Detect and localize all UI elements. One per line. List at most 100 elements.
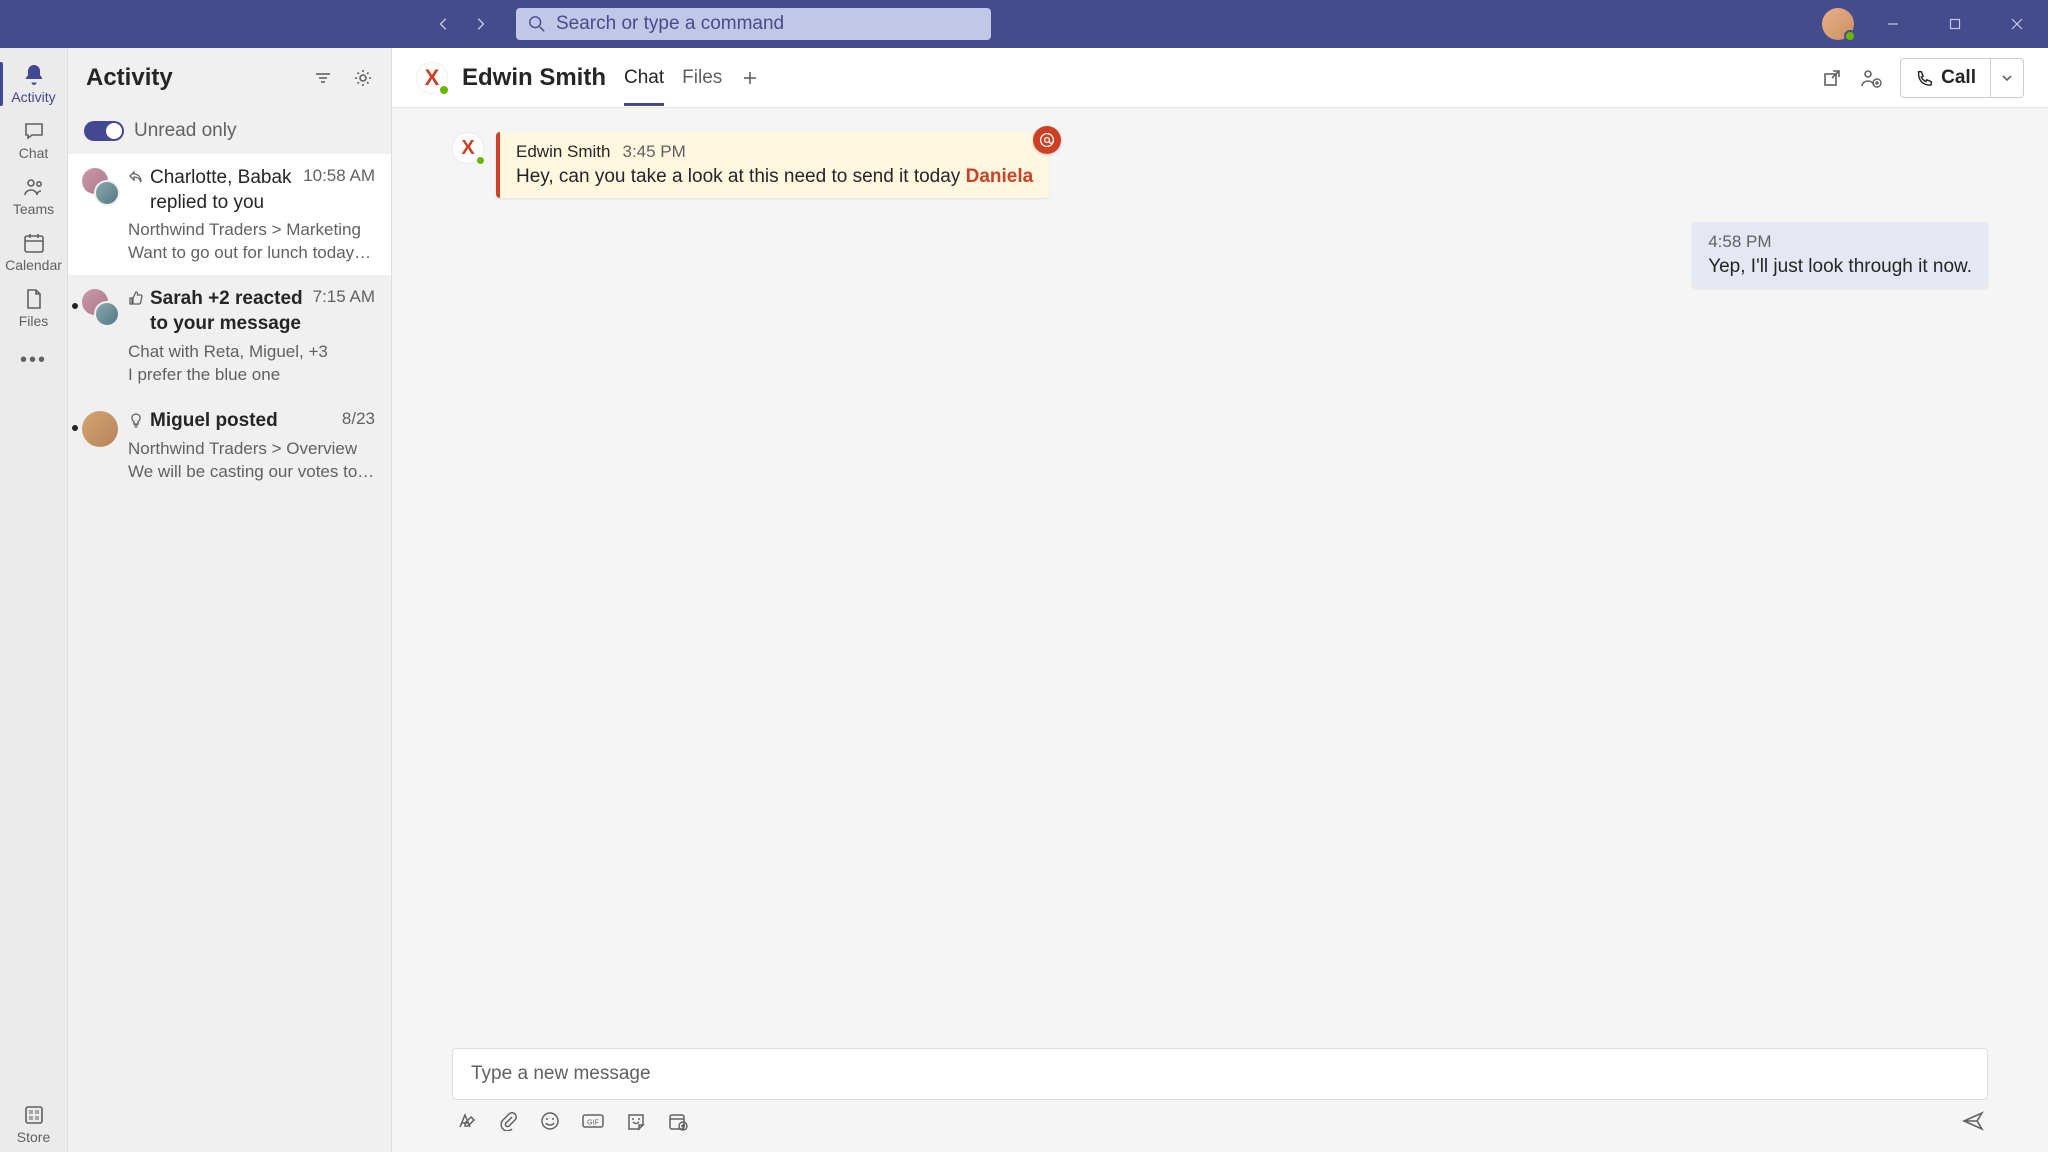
filter-icon (313, 68, 333, 88)
message-text: Yep, I'll just look through it now. (1708, 256, 1972, 278)
reply-icon (128, 169, 144, 185)
emoji-button[interactable] (540, 1111, 560, 1131)
search-placeholder: Search or type a command (556, 13, 784, 35)
presence-available-icon (475, 155, 486, 166)
search-input[interactable]: Search or type a command (516, 8, 991, 40)
window-maximize-button[interactable] (1932, 8, 1978, 40)
mention: Daniela (966, 166, 1034, 187)
app-rail: Activity Chat Teams Calendar Files ••• S… (0, 48, 68, 1152)
activity-preview: We will be casting our votes today, ever… (128, 462, 375, 482)
teams-icon (22, 175, 46, 199)
message-bubble[interactable]: 4:58 PM Yep, I'll just look through it n… (1692, 222, 1988, 288)
chat-icon (22, 119, 46, 143)
plus-icon (742, 70, 758, 86)
rail-label: Calendar (5, 257, 62, 273)
activity-panel: Activity Unread only (68, 48, 392, 1152)
unread-only-toggle[interactable] (84, 121, 124, 141)
nav-back-button[interactable] (428, 8, 460, 40)
window-close-button[interactable] (1994, 8, 2040, 40)
rail-label: Chat (19, 145, 49, 161)
activity-time: 7:15 AM (313, 287, 375, 307)
activity-heading: Charlotte, Babak replied to you (150, 166, 297, 215)
activity-time: 8/23 (342, 409, 375, 429)
activity-item[interactable]: Sarah +2 reacted to your message 7:15 AM… (68, 275, 391, 396)
chat-peer-avatar[interactable]: X (416, 62, 448, 94)
gif-button[interactable]: GIF (582, 1111, 604, 1131)
message-bubble[interactable]: Edwin Smith 3:45 PM Hey, can you take a … (496, 132, 1049, 198)
window-minimize-button[interactable] (1870, 8, 1916, 40)
popout-button[interactable] (1822, 68, 1842, 88)
rail-activity[interactable]: Activity (0, 56, 68, 112)
rail-label: Activity (11, 89, 55, 105)
filter-button[interactable] (313, 68, 333, 88)
activity-preview: Want to go out for lunch today? It's my… (128, 243, 375, 263)
rail-chat[interactable]: Chat (0, 112, 68, 168)
call-button[interactable]: Call (1901, 59, 1990, 97)
paperclip-icon (498, 1111, 518, 1131)
chevron-down-icon (2001, 72, 2013, 84)
rail-store[interactable]: Store (0, 1096, 68, 1152)
schedule-meeting-button[interactable] (668, 1111, 688, 1131)
rail-label: Store (17, 1129, 50, 1145)
avatar (82, 289, 118, 325)
tab-files[interactable]: Files (682, 51, 722, 105)
phone-icon (1915, 69, 1933, 87)
message-avatar[interactable]: X (452, 132, 484, 164)
calendar-icon (22, 231, 46, 255)
format-icon (456, 1111, 476, 1131)
bell-icon (22, 63, 46, 87)
message-time: 3:45 PM (622, 142, 685, 162)
sticker-icon (626, 1111, 646, 1131)
unread-dot-icon (72, 425, 78, 431)
activity-location: Northwind Traders > Overview (128, 438, 375, 460)
people-add-icon (1860, 67, 1882, 89)
message-time: 4:58 PM (1708, 232, 1972, 252)
message-list: X Edwin Smith 3:45 PM Hey, can you take … (392, 108, 2048, 1036)
rail-teams[interactable]: Teams (0, 168, 68, 224)
calendar-plus-icon (668, 1111, 688, 1131)
lightbulb-icon (128, 412, 144, 428)
rail-calendar[interactable]: Calendar (0, 224, 68, 280)
mention-badge-icon (1033, 126, 1061, 154)
unread-dot-icon (72, 303, 78, 309)
nav-forward-button[interactable] (464, 8, 496, 40)
gear-icon (353, 68, 373, 88)
settings-button[interactable] (353, 68, 373, 88)
activity-title: Activity (86, 64, 173, 92)
like-icon (128, 290, 144, 306)
presence-available-icon (438, 84, 450, 96)
presence-available-icon (1844, 30, 1856, 42)
svg-text:GIF: GIF (587, 1120, 599, 1127)
activity-location: Chat with Reta, Miguel, +3 (128, 341, 375, 363)
rail-more-button[interactable]: ••• (0, 336, 68, 384)
search-icon (528, 15, 546, 33)
activity-preview: I prefer the blue one (128, 365, 375, 385)
store-icon (22, 1103, 46, 1127)
call-label: Call (1941, 67, 1976, 89)
avatar (82, 411, 118, 447)
emoji-icon (540, 1111, 560, 1131)
activity-heading: Miguel posted (150, 409, 336, 434)
add-people-button[interactable] (1860, 67, 1882, 89)
send-button[interactable] (1962, 1110, 1984, 1132)
add-tab-button[interactable] (736, 64, 764, 92)
activity-item[interactable]: Miguel posted 8/23 Northwind Traders > O… (68, 397, 391, 494)
activity-item[interactable]: Charlotte, Babak replied to you 10:58 AM… (68, 154, 391, 275)
avatar (82, 168, 118, 204)
rail-label: Files (19, 313, 49, 329)
chat-peer-name: Edwin Smith (462, 64, 606, 92)
rail-files[interactable]: Files (0, 280, 68, 336)
call-dropdown-button[interactable] (1990, 59, 2023, 97)
unread-only-label: Unread only (134, 120, 236, 142)
chat-header: X Edwin Smith Chat Files (392, 48, 2048, 108)
format-button[interactable] (456, 1111, 476, 1131)
sticker-button[interactable] (626, 1111, 646, 1131)
attach-button[interactable] (498, 1111, 518, 1131)
compose-area: Type a new message GIF (392, 1036, 2048, 1152)
current-user-avatar[interactable] (1822, 8, 1854, 40)
activity-location: Northwind Traders > Marketing (128, 219, 375, 241)
popout-icon (1822, 68, 1842, 88)
message-input[interactable]: Type a new message (452, 1048, 1988, 1100)
tab-chat[interactable]: Chat (624, 51, 664, 105)
activity-heading: Sarah +2 reacted to your message (150, 287, 307, 336)
